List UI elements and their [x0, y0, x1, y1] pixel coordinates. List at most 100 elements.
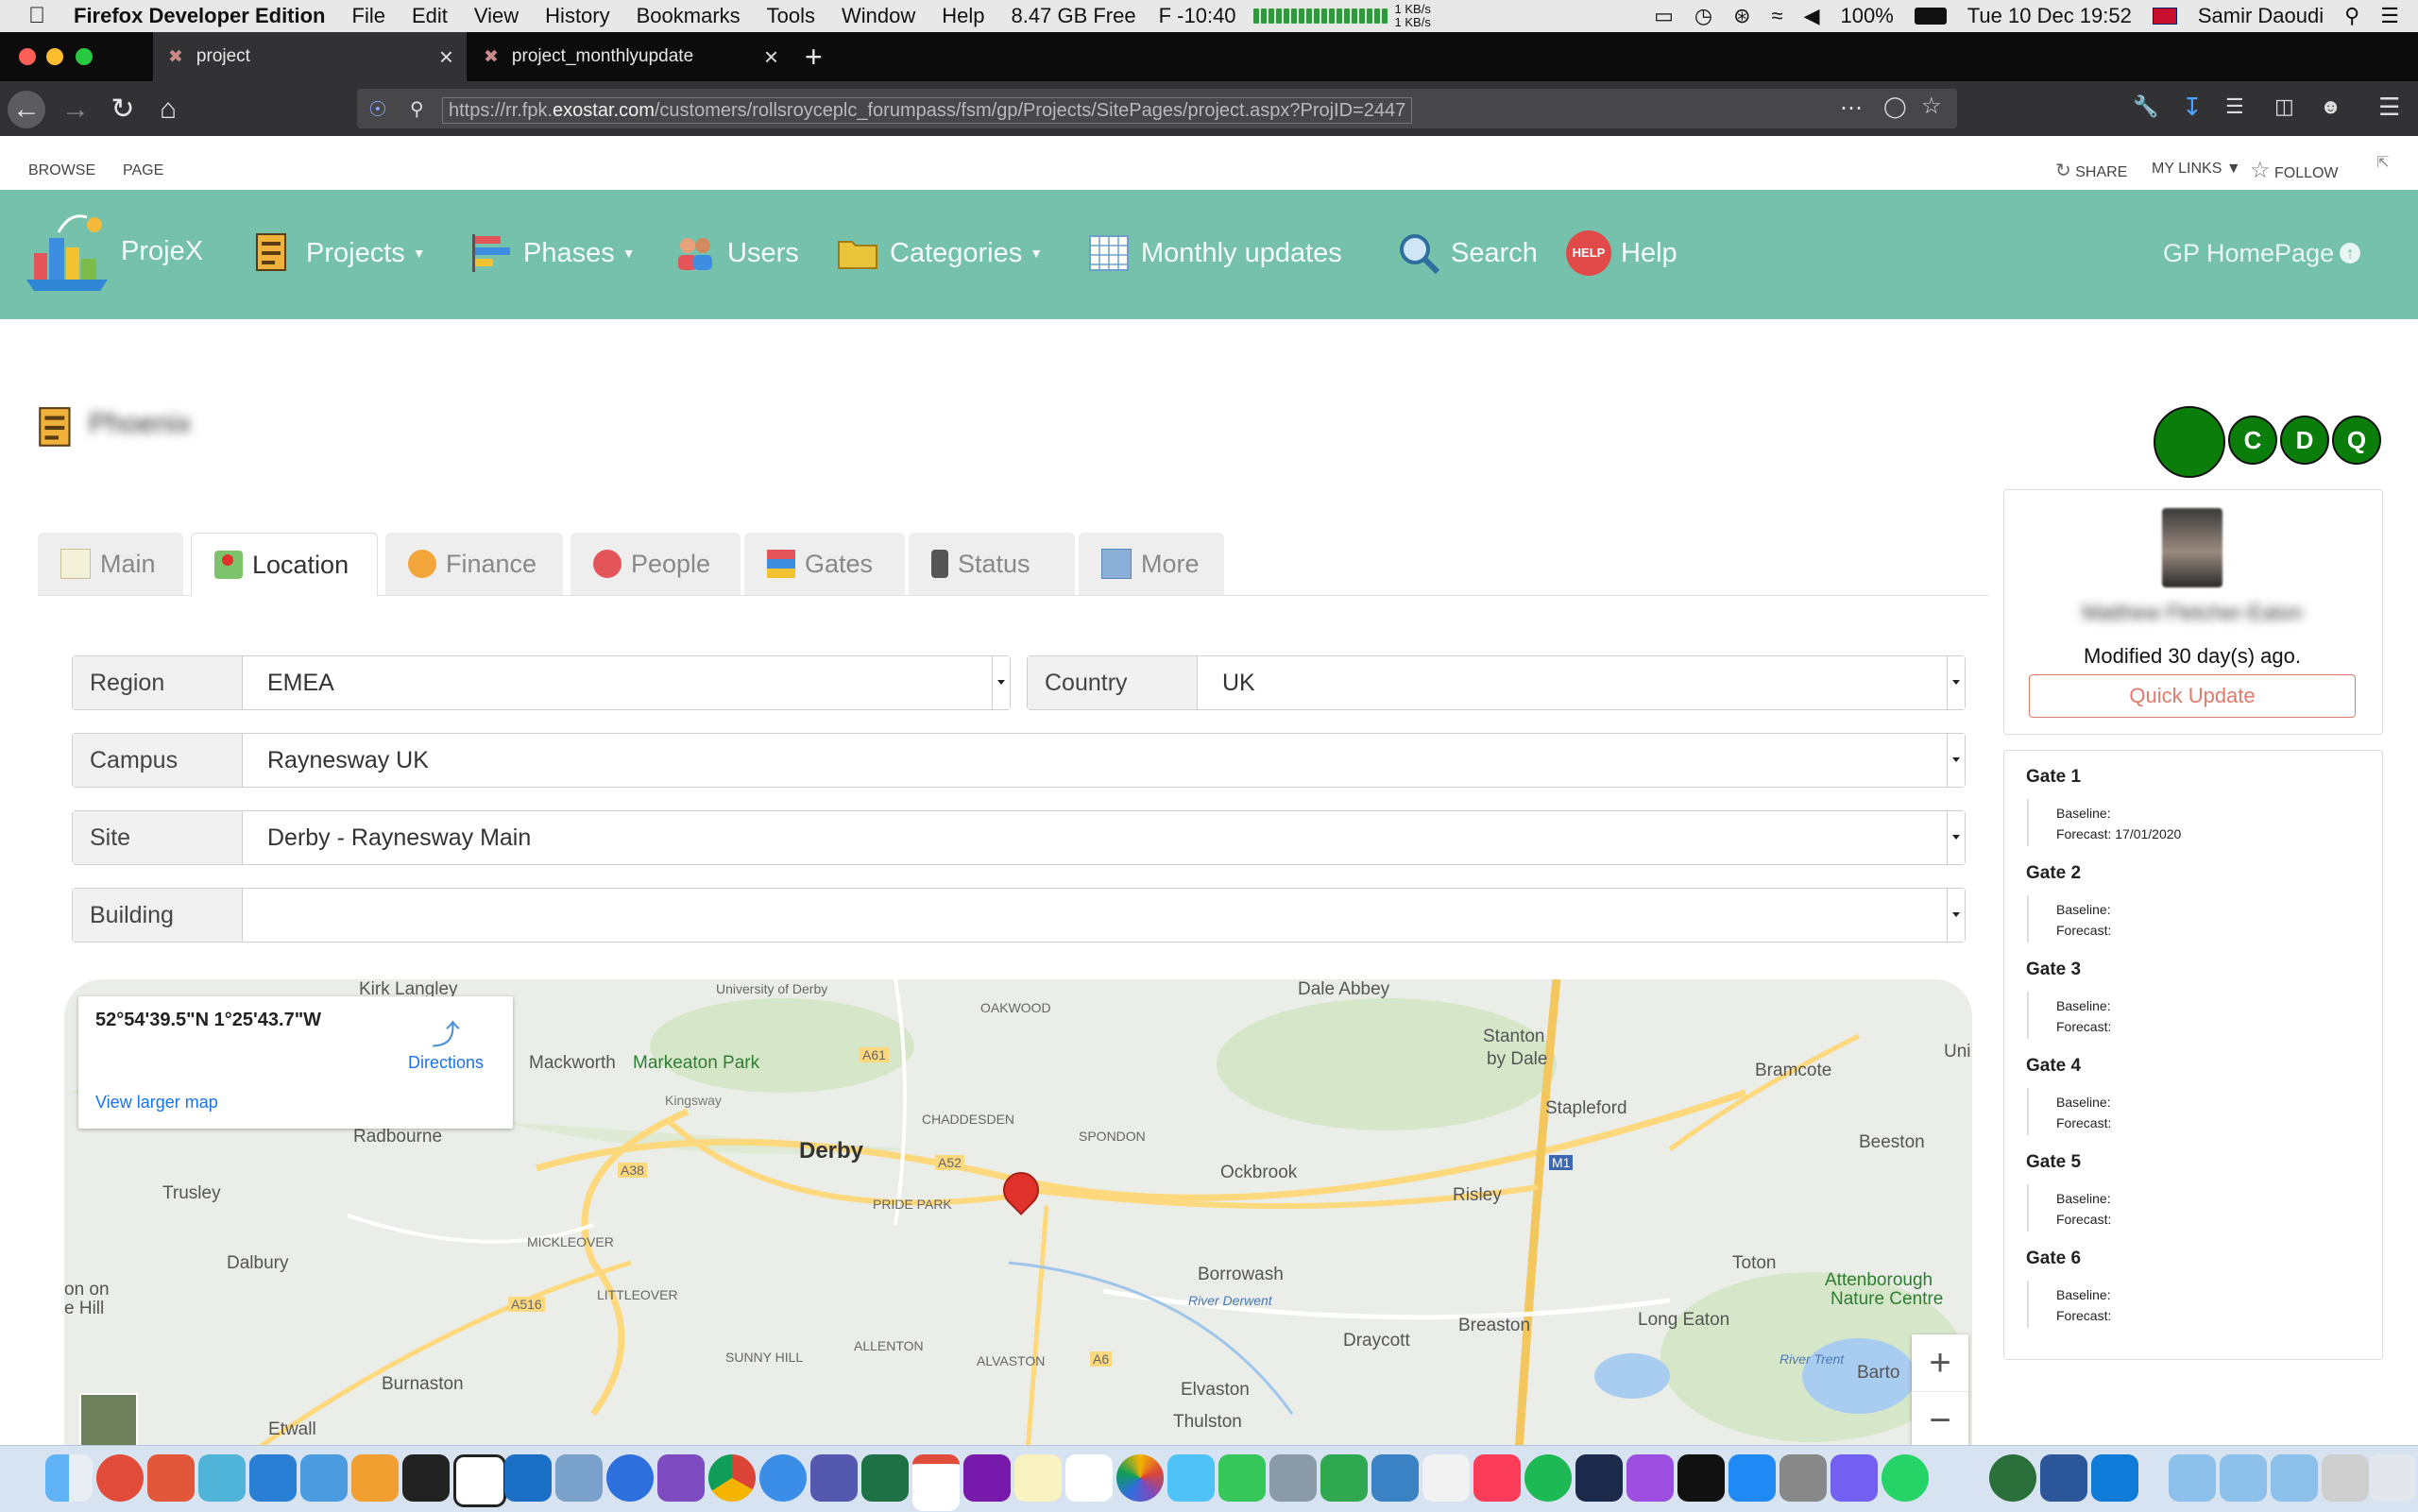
reload-icon[interactable]: ↻	[104, 91, 142, 128]
word-icon[interactable]	[2040, 1454, 2087, 1502]
menu-edit[interactable]: Edit	[412, 4, 448, 28]
menu-help[interactable]: Help	[942, 4, 984, 28]
menu-history[interactable]: History	[545, 4, 609, 28]
apple-tv-icon[interactable]	[1677, 1454, 1725, 1502]
folder-icon[interactable]	[2220, 1454, 2267, 1502]
follow-button[interactable]: ☆ FOLLOW	[2250, 157, 2339, 184]
focus-content-icon[interactable]: ⇱	[2376, 153, 2389, 172]
share-button[interactable]: ↻ SHARE	[2055, 159, 2127, 182]
app-store-icon[interactable]	[1728, 1454, 1776, 1502]
library-icon[interactable]: ☰	[2225, 94, 2244, 119]
zoom-out-button[interactable]: −	[1912, 1392, 1968, 1449]
app-icon[interactable]	[198, 1454, 246, 1502]
home-icon[interactable]: ⌂	[149, 91, 187, 128]
nav-help[interactable]: HELP Help	[1566, 227, 1677, 280]
spotlight-icon[interactable]: ⚲	[2344, 4, 2359, 28]
tab-location[interactable]: Location	[191, 533, 378, 596]
status-q-badge[interactable]: Q	[2332, 416, 2381, 465]
trash-icon[interactable]	[2369, 1454, 2416, 1502]
facetime-icon[interactable]	[1218, 1454, 1266, 1502]
folder-icon[interactable]	[2271, 1454, 2318, 1502]
time-machine-icon[interactable]: ◷	[1694, 4, 1712, 28]
flag-icon[interactable]	[2152, 8, 2177, 25]
visual-studio-icon[interactable]	[657, 1454, 705, 1502]
nav-search[interactable]: Search	[1396, 227, 1538, 280]
sublime-icon[interactable]	[351, 1454, 399, 1502]
status-overall-badge[interactable]	[2154, 406, 2225, 478]
satellite-thumbnail[interactable]	[79, 1393, 138, 1452]
disk-free[interactable]: 8.47 GB Free	[1012, 4, 1136, 28]
safari-icon[interactable]	[759, 1454, 807, 1502]
teams-icon[interactable]	[810, 1454, 858, 1502]
tab-close-icon[interactable]: ×	[764, 42, 778, 72]
firefox-icon[interactable]	[606, 1454, 654, 1502]
menu-file[interactable]: File	[352, 4, 385, 28]
keynote-icon[interactable]	[1371, 1454, 1419, 1502]
bluetooth-icon[interactable]: ⊛	[1733, 4, 1750, 28]
tab-people[interactable]: People	[570, 533, 741, 595]
whatsapp-icon[interactable]	[1882, 1454, 1929, 1502]
tab-gates[interactable]: Gates	[744, 533, 905, 595]
view-larger-map-link[interactable]: View larger map	[95, 1093, 218, 1113]
app-icon[interactable]	[147, 1454, 195, 1502]
app-icon[interactable]	[2322, 1454, 2369, 1502]
nav-gp-homepage[interactable]: GP HomePage ↑	[2163, 227, 2361, 280]
viber-icon[interactable]	[1831, 1454, 1878, 1502]
tab-close-icon[interactable]: ×	[439, 42, 453, 72]
menu-tools[interactable]: Tools	[767, 4, 815, 28]
folder-icon[interactable]	[2169, 1454, 2216, 1502]
tab-status[interactable]: Status	[909, 533, 1075, 595]
nav-projects[interactable]: Projects ▼	[251, 227, 426, 280]
temperature[interactable]: F -10:40	[1159, 4, 1236, 28]
devtools-wrench-icon[interactable]: 🔧	[2133, 94, 2158, 119]
app-icon[interactable]	[300, 1454, 348, 1502]
net-speed[interactable]: 1 KB/s 1 KB/s	[1395, 3, 1431, 29]
directions-link[interactable]: ⤴ Directions	[403, 1011, 488, 1073]
nav-users[interactable]: Users	[673, 227, 799, 280]
user-name[interactable]: Samir Daoudi	[2198, 4, 2324, 28]
outlook-icon[interactable]	[504, 1454, 552, 1502]
app-icon[interactable]	[1989, 1454, 2036, 1502]
app-icon[interactable]	[555, 1454, 603, 1502]
downloads-icon[interactable]: ↧	[2182, 93, 2203, 122]
wifi-icon[interactable]: ≈	[1772, 4, 1783, 28]
system-preferences-icon[interactable]	[1779, 1454, 1827, 1502]
app-icon[interactable]	[453, 1454, 506, 1507]
onenote-icon[interactable]	[963, 1454, 1011, 1502]
app-icon[interactable]	[1269, 1454, 1317, 1502]
numbers-icon[interactable]	[1320, 1454, 1368, 1502]
window-zoom-button[interactable]	[76, 48, 93, 65]
country-select[interactable]: Country UK	[1027, 655, 1966, 710]
status-c-badge[interactable]: C	[2228, 416, 2277, 465]
nav-monthly-updates[interactable]: Monthly updates	[1086, 227, 1342, 280]
building-select[interactable]: Building	[72, 888, 1966, 943]
chevron-down-icon[interactable]	[1947, 811, 1965, 864]
chevron-down-icon[interactable]	[1947, 734, 1965, 787]
news-icon[interactable]	[1422, 1454, 1470, 1502]
network-meter-icon[interactable]	[1252, 8, 1388, 24]
quick-update-button[interactable]: Quick Update	[2029, 674, 2356, 718]
page-actions-icon[interactable]: ⋯	[1840, 94, 1863, 122]
excel-icon[interactable]	[861, 1454, 909, 1502]
chevron-down-icon[interactable]	[1947, 656, 1965, 709]
site-select[interactable]: Site Derby - Raynesway Main	[72, 810, 1966, 865]
clock[interactable]: Tue 10 Dec 19:52	[1967, 4, 2132, 28]
photos-icon[interactable]	[1116, 1454, 1164, 1502]
menu-view[interactable]: View	[474, 4, 519, 28]
battery-icon[interactable]	[1914, 8, 1947, 25]
window-minimize-button[interactable]	[46, 48, 63, 65]
back-button[interactable]: ←	[8, 91, 45, 128]
chevron-down-icon[interactable]	[992, 656, 1010, 709]
battery-percent[interactable]: 100%	[1841, 4, 1894, 28]
avatar[interactable]	[2162, 508, 2222, 587]
notes-icon[interactable]	[1014, 1454, 1062, 1502]
tracking-shield-icon[interactable]: ☉	[368, 97, 387, 122]
window-close-button[interactable]	[19, 48, 36, 65]
menu-bookmarks[interactable]: Bookmarks	[637, 4, 741, 28]
spotify-icon[interactable]	[1524, 1454, 1572, 1502]
chevron-down-icon[interactable]	[1947, 889, 1965, 942]
ribbon-browse[interactable]: BROWSE	[28, 162, 95, 179]
brand-logo[interactable]: ProjeX	[21, 202, 203, 300]
terminal-icon[interactable]	[402, 1454, 450, 1502]
onedrive-icon[interactable]	[2091, 1454, 2138, 1502]
